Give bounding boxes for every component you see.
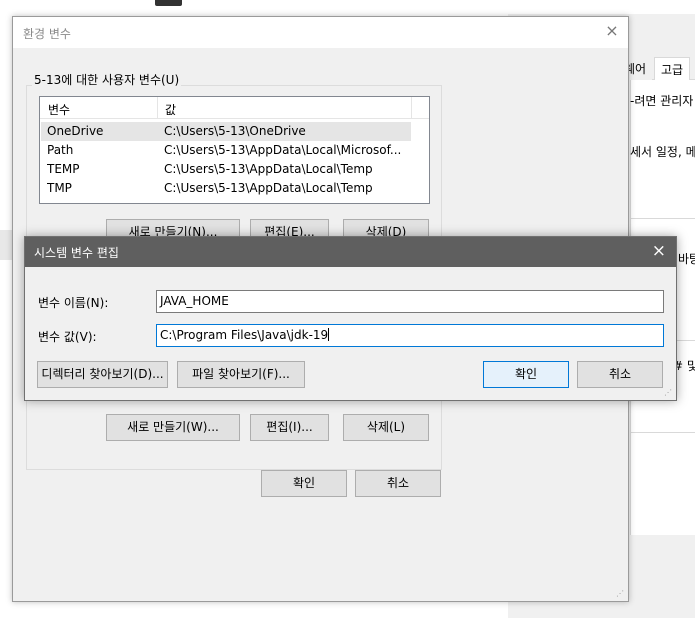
variable-name: OneDrive xyxy=(47,124,104,138)
close-icon[interactable]: × xyxy=(652,242,666,260)
tab-advanced[interactable]: 고급 xyxy=(654,57,691,80)
browse-file-button[interactable]: 파일 찾아보기(F)... xyxy=(177,361,305,388)
edit-system-variable-dialog: 시스템 변수 편집 × 변수 이름(N): JAVA_HOME 변수 값(V):… xyxy=(24,236,677,401)
variable-value: C:\Users\5-13\AppData\Local\Temp xyxy=(164,162,373,176)
ok-button[interactable]: 확인 xyxy=(483,361,569,388)
system-properties-footer xyxy=(630,548,695,618)
variable-name: TMP xyxy=(47,181,72,195)
panel-text-desktop: 바탕 xyxy=(678,252,695,266)
list-item[interactable]: TEMP C:\Users\5-13\AppData\Local\Temp xyxy=(41,160,411,179)
panel-text-admin: -려면 관리자 xyxy=(630,94,694,108)
variable-name-field[interactable]: JAVA_HOME xyxy=(156,290,664,313)
text-caret xyxy=(328,328,330,341)
resize-grip-icon[interactable]: ⋰ xyxy=(664,388,674,398)
resize-grip-icon[interactable]: ⋰ xyxy=(616,589,626,599)
cancel-button[interactable]: 취소 xyxy=(577,361,663,388)
cancel-button[interactable]: 취소 xyxy=(355,470,441,497)
variable-name: Path xyxy=(47,143,74,157)
variable-value-label: 변수 값(V): xyxy=(38,330,97,344)
list-item[interactable]: OneDrive C:\Users\5-13\OneDrive xyxy=(41,122,411,141)
panel-divider xyxy=(630,218,695,219)
variable-name: TEMP xyxy=(47,162,80,176)
list-item[interactable]: Path C:\Users\5-13\AppData\Local\Microso… xyxy=(41,141,411,160)
browse-directory-button[interactable]: 디렉터리 찾아보기(D)... xyxy=(37,361,168,388)
variable-name-label: 변수 이름(N): xyxy=(38,296,109,310)
dialog-titlebar: 환경 변수 × xyxy=(13,17,628,48)
variable-value-text: C:\Program Files\Java\jdk-19 xyxy=(160,328,329,342)
column-divider[interactable] xyxy=(411,97,412,119)
background-edge xyxy=(0,230,12,260)
dialog-title: 시스템 변수 편집 xyxy=(34,246,119,260)
panel-text-schedule: 세서 일정, 메 xyxy=(630,145,695,159)
dialog-titlebar: 시스템 변수 편집 × xyxy=(25,237,676,267)
user-variables-list[interactable]: 변수 값 OneDrive C:\Users\5-13\OneDrive Pat… xyxy=(39,96,430,204)
variable-value: C:\Users\5-13\AppData\Local\Microsof... xyxy=(164,143,402,157)
list-header: 변수 값 xyxy=(40,97,429,119)
variable-value-field[interactable]: C:\Program Files\Java\jdk-19 xyxy=(156,324,664,347)
variable-value: C:\Users\5-13\OneDrive xyxy=(164,124,306,138)
column-header-value[interactable]: 값 xyxy=(165,101,176,118)
system-edit-button[interactable]: 편집(I)... xyxy=(250,414,329,441)
list-item[interactable]: TMP C:\Users\5-13\AppData\Local\Temp xyxy=(41,179,411,198)
user-variables-label: 5-13에 대한 사용자 변수(U) xyxy=(32,71,182,88)
panel-divider xyxy=(630,432,695,433)
variable-name-text: JAVA_HOME xyxy=(160,294,229,308)
variable-value: C:\Users\5-13\AppData\Local\Temp xyxy=(164,181,373,195)
dialog-title: 환경 변수 xyxy=(23,27,71,41)
system-delete-button[interactable]: 삭제(L) xyxy=(343,414,429,441)
system-new-button[interactable]: 새로 만들기(W)... xyxy=(106,414,240,441)
ok-button[interactable]: 확인 xyxy=(261,470,347,497)
column-divider[interactable] xyxy=(157,97,158,119)
taskbar-chip xyxy=(155,0,182,6)
close-icon[interactable]: × xyxy=(604,23,620,39)
column-header-variable[interactable]: 변수 xyxy=(48,101,70,118)
